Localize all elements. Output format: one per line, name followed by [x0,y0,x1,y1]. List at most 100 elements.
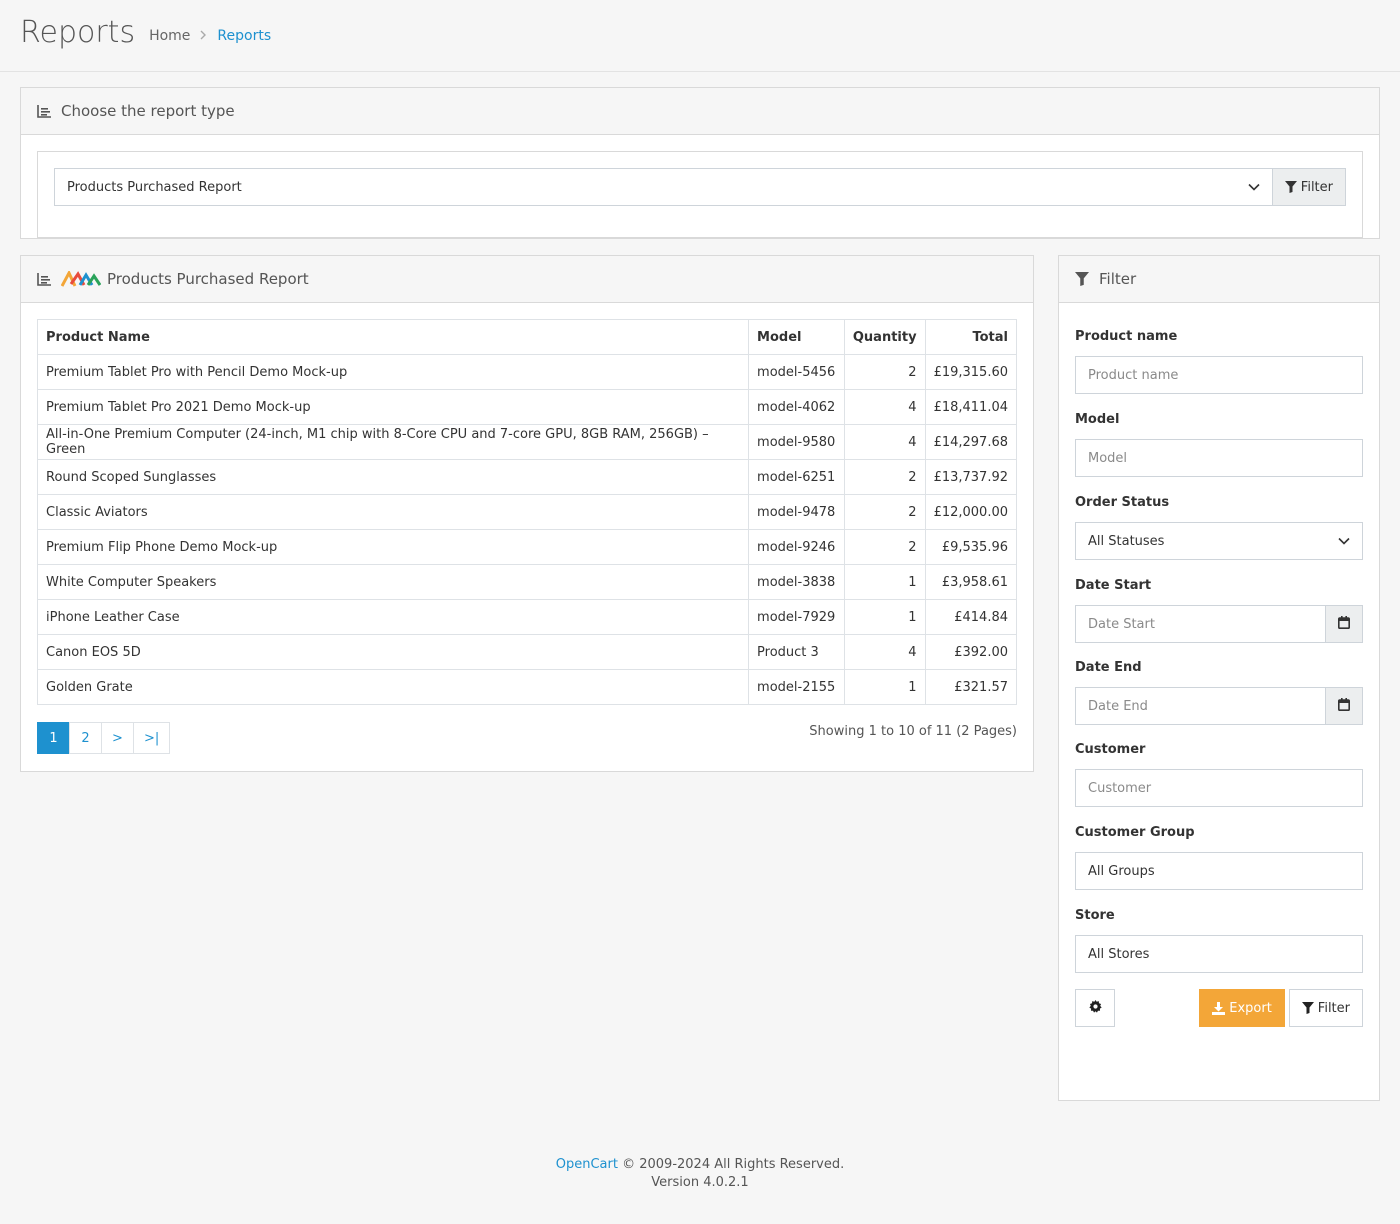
chevron-down-icon [1248,180,1260,195]
filter-card-header: Filter [1059,256,1379,303]
product-name-label: Product name [1075,329,1178,344]
cell-total: £392.00 [924,634,1018,670]
cell-total: £19,315.60 [924,354,1018,390]
cell-quantity: 2 [843,459,926,495]
report-type-selected: Products Purchased Report [67,179,242,195]
column-quantity: Quantity [843,319,926,355]
cell-quantity: 4 [843,424,926,460]
chevron-down-icon [1338,534,1350,549]
copyright-text: © 2009-2024 All Rights Reserved. [617,1157,845,1172]
customer-group-label: Customer Group [1075,825,1195,840]
table-row: Round Scoped Sunglasses model-6251 2 £13,73… [36,459,1018,495]
cell-product-name: Premium Tablet Pro with Pencil Demo Mock… [36,354,750,390]
funnel-icon [1301,1002,1314,1014]
cell-quantity: 1 [843,564,926,600]
product-name-input[interactable]: Product name [1075,356,1363,394]
breadcrumb-home-link[interactable]: Home [149,28,190,44]
report-heading: Products Purchased Report [107,270,309,288]
report-type-input-group: Products Purchased Report Filter [54,168,1346,206]
table-header-row: Product Name Model Quantity Total [36,319,1018,355]
settings-button[interactable] [1075,989,1115,1027]
cell-total: £18,411.04 [924,389,1018,425]
filter-submit-label: Filter [1317,1000,1350,1016]
table-row: Golden Grate model-2155 1 £321.57 [36,669,1018,705]
date-end-group: Date End [1075,687,1363,725]
cell-product-name: Classic Aviators [36,494,750,530]
cell-product-name: Golden Grate [36,669,750,705]
cell-model: model-7929 [748,599,845,635]
customer-group-select[interactable]: All Groups [1075,852,1363,890]
table-row: White Computer Speakers model-3838 1 £3,958… [36,564,1018,600]
filter-submit-button[interactable]: Filter [1288,989,1363,1027]
table-row: iPhone Leather Case model-7929 1 £414.84 [36,599,1018,635]
report-type-heading: Choose the report type [61,102,235,120]
table-row: Premium Tablet Pro 2021 Demo Mock-up mode… [36,389,1018,425]
gear-icon [1088,999,1102,1017]
page-2-link[interactable]: 2 [69,722,102,754]
cell-model: model-9580 [748,424,845,460]
results-summary: Showing 1 to 10 of 11 (2 Pages) [809,724,1017,739]
page-1-link[interactable]: 1 [37,722,70,754]
cell-product-name: Premium Tablet Pro 2021 Demo Mock-up [36,389,750,425]
export-label: Export [1229,1000,1272,1016]
filter-card: Filter Product name Product name Model M… [1058,255,1380,1101]
download-icon [1212,1001,1226,1015]
opencart-link[interactable]: OpenCart [556,1157,618,1172]
order-status-label: Order Status [1075,495,1170,510]
order-status-value: All Statuses [1088,533,1165,549]
store-label: Store [1075,908,1115,923]
cell-quantity: 1 [843,599,926,635]
chart-bar-icon [37,272,51,286]
page-title: Reports [20,15,136,50]
next-page-link[interactable]: > [101,722,134,754]
report-type-filter-button[interactable]: Filter [1271,168,1346,206]
date-end-calendar-button[interactable] [1325,687,1363,725]
cell-quantity: 4 [843,389,926,425]
column-product-name: Product Name [36,319,750,355]
extension-logo-icon [61,271,101,287]
report-card-header: Products Purchased Report [21,256,1033,303]
cell-model: model-5456 [748,354,845,390]
customer-input[interactable]: Customer [1075,769,1363,807]
cell-model: model-9246 [748,529,845,565]
date-start-calendar-button[interactable] [1325,605,1363,643]
cell-product-name: Premium Flip Phone Demo Mock-up [36,529,750,565]
report-type-filter-label: Filter [1300,179,1333,195]
pagination: 1 2 > >| [37,722,171,754]
breadcrumb-reports-link[interactable]: Reports [217,28,271,44]
cell-model: model-9478 [748,494,845,530]
cell-model: model-6251 [748,459,845,495]
report-type-card: Choose the report type Products Purchase… [20,87,1380,239]
cell-quantity: 4 [843,634,926,670]
cell-product-name: Round Scoped Sunglasses [36,459,750,495]
page-header: Reports Home Reports [0,0,1400,72]
cell-model: Product 3 [748,634,845,670]
report-card: Products Purchased Report Product Name M… [20,255,1034,772]
last-page-link[interactable]: >| [133,722,171,754]
funnel-icon [1075,272,1089,286]
date-start-label: Date Start [1075,578,1152,593]
table-row: Canon EOS 5D Product 3 4 £392.00 [36,634,1018,670]
date-end-input[interactable]: Date End [1075,687,1325,725]
cell-total: £3,958.61 [924,564,1018,600]
date-start-input[interactable]: Date Start [1075,605,1325,643]
cell-model: model-4062 [748,389,845,425]
calendar-icon [1338,615,1350,633]
cell-total: £14,297.68 [924,424,1018,460]
filter-heading: Filter [1099,270,1137,288]
date-start-group: Date Start [1075,605,1363,643]
cell-total: £414.84 [924,599,1018,635]
store-select[interactable]: All Stores [1075,935,1363,973]
cell-quantity: 2 [843,354,926,390]
cell-product-name: Canon EOS 5D [36,634,750,670]
order-status-select[interactable]: All Statuses [1075,522,1363,560]
export-button[interactable]: Export [1199,989,1285,1027]
customer-label: Customer [1075,742,1146,757]
table-row: Premium Flip Phone Demo Mock-up model-924… [36,529,1018,565]
cell-quantity: 2 [843,494,926,530]
report-type-select[interactable]: Products Purchased Report [54,168,1272,206]
cell-total: £9,535.96 [924,529,1018,565]
model-input[interactable]: Model [1075,439,1363,477]
funnel-icon [1284,181,1297,193]
cell-total: £12,000.00 [924,494,1018,530]
